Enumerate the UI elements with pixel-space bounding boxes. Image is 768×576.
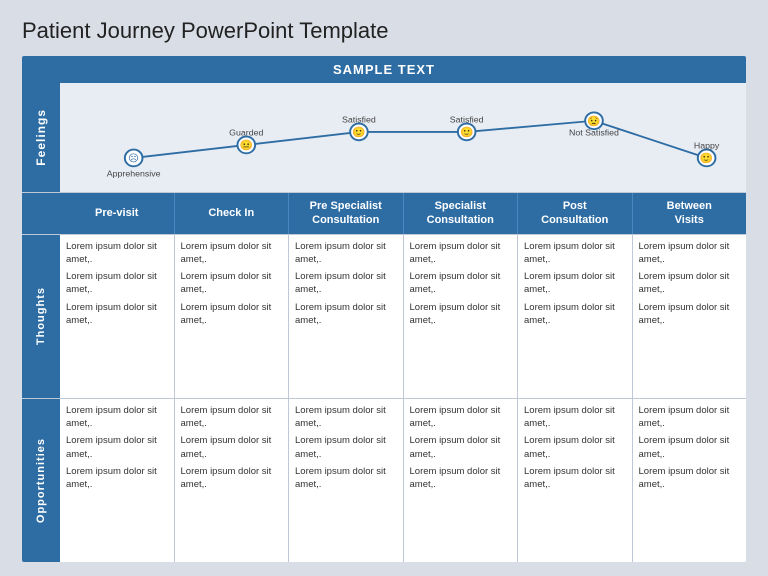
opp-cell-1: Lorem ipsum dolor sit amet,. Lorem ipsum… bbox=[60, 399, 175, 562]
lorem-2: Lorem ipsum dolor sit amet,. bbox=[295, 270, 397, 297]
lorem-1: Lorem ipsum dolor sit amet,. bbox=[524, 240, 626, 267]
lorem-1: Lorem ipsum dolor sit amet,. bbox=[639, 404, 741, 431]
col-header-specialist: SpecialistConsultation bbox=[404, 193, 519, 234]
feelings-row: Feelings ☹ 😐 🙂 🙂 bbox=[22, 83, 746, 193]
opp-cell-5: Lorem ipsum dolor sit amet,. Lorem ipsum… bbox=[518, 399, 633, 562]
lorem-2: Lorem ipsum dolor sit amet,. bbox=[181, 270, 283, 297]
svg-text:☹: ☹ bbox=[128, 153, 139, 165]
svg-text:Apprehensive: Apprehensive bbox=[107, 169, 161, 179]
svg-text:🙂: 🙂 bbox=[352, 126, 365, 139]
lorem-3: Lorem ipsum dolor sit amet,. bbox=[524, 465, 626, 492]
col-header-previsit: Pre-visit bbox=[60, 193, 175, 234]
thoughts-cell-6: Lorem ipsum dolor sit amet,. Lorem ipsum… bbox=[633, 235, 747, 398]
feelings-chart-area: ☹ 😐 🙂 🙂 😟 🙂 A bbox=[60, 83, 746, 192]
thoughts-cell-4: Lorem ipsum dolor sit amet,. Lorem ipsum… bbox=[404, 235, 519, 398]
opp-cell-4: Lorem ipsum dolor sit amet,. Lorem ipsum… bbox=[404, 399, 519, 562]
lorem-3: Lorem ipsum dolor sit amet,. bbox=[524, 301, 626, 328]
opportunities-section: Opportunities Lorem ipsum dolor sit amet… bbox=[22, 398, 746, 562]
col-header-spacer bbox=[22, 193, 60, 234]
svg-text:Not Satisfied: Not Satisfied bbox=[569, 128, 619, 138]
lorem-1: Lorem ipsum dolor sit amet,. bbox=[181, 404, 283, 431]
thoughts-label: Thoughts bbox=[35, 287, 47, 345]
thoughts-label-cell: Thoughts bbox=[22, 235, 60, 398]
lorem-3: Lorem ipsum dolor sit amet,. bbox=[181, 465, 283, 492]
thoughts-cell-5: Lorem ipsum dolor sit amet,. Lorem ipsum… bbox=[518, 235, 633, 398]
lorem-2: Lorem ipsum dolor sit amet,. bbox=[524, 434, 626, 461]
lorem-1: Lorem ipsum dolor sit amet,. bbox=[295, 404, 397, 431]
lorem-3: Lorem ipsum dolor sit amet,. bbox=[410, 301, 512, 328]
lorem-2: Lorem ipsum dolor sit amet,. bbox=[524, 270, 626, 297]
lorem-3: Lorem ipsum dolor sit amet,. bbox=[295, 465, 397, 492]
main-card: SAMPLE TEXT Feelings ☹ 😐 🙂 bbox=[22, 56, 746, 562]
lorem-3: Lorem ipsum dolor sit amet,. bbox=[410, 465, 512, 492]
col-header-prespecialist: Pre SpecialistConsultation bbox=[289, 193, 404, 234]
feelings-label: Feelings bbox=[34, 109, 48, 166]
col-headers-row: Pre-visit Check In Pre SpecialistConsult… bbox=[22, 193, 746, 234]
page-title: Patient Journey PowerPoint Template bbox=[22, 18, 746, 44]
lorem-3: Lorem ipsum dolor sit amet,. bbox=[66, 465, 168, 492]
sample-text-bar: SAMPLE TEXT bbox=[22, 56, 746, 83]
opp-cell-3: Lorem ipsum dolor sit amet,. Lorem ipsum… bbox=[289, 399, 404, 562]
svg-text:🙂: 🙂 bbox=[700, 152, 713, 165]
lorem-1: Lorem ipsum dolor sit amet,. bbox=[410, 240, 512, 267]
thoughts-cell-1: Lorem ipsum dolor sit amet,. Lorem ipsum… bbox=[60, 235, 175, 398]
svg-text:Happy: Happy bbox=[694, 141, 720, 151]
lorem-1: Lorem ipsum dolor sit amet,. bbox=[181, 240, 283, 267]
opp-cell-2: Lorem ipsum dolor sit amet,. Lorem ipsum… bbox=[175, 399, 290, 562]
lorem-1: Lorem ipsum dolor sit amet,. bbox=[295, 240, 397, 267]
col-header-between: BetweenVisits bbox=[633, 193, 747, 234]
opportunities-label: Opportunities bbox=[35, 438, 47, 523]
lorem-1: Lorem ipsum dolor sit amet,. bbox=[66, 404, 168, 431]
col-header-checkin: Check In bbox=[175, 193, 290, 234]
lorem-1: Lorem ipsum dolor sit amet,. bbox=[524, 404, 626, 431]
svg-text:😐: 😐 bbox=[240, 139, 253, 152]
lorem-2: Lorem ipsum dolor sit amet,. bbox=[181, 434, 283, 461]
lorem-2: Lorem ipsum dolor sit amet,. bbox=[410, 434, 512, 461]
thoughts-section: Thoughts Lorem ipsum dolor sit amet,. Lo… bbox=[22, 234, 746, 398]
lorem-2: Lorem ipsum dolor sit amet,. bbox=[66, 434, 168, 461]
lorem-2: Lorem ipsum dolor sit amet,. bbox=[295, 434, 397, 461]
lorem-2: Lorem ipsum dolor sit amet,. bbox=[639, 434, 741, 461]
lorem-3: Lorem ipsum dolor sit amet,. bbox=[181, 301, 283, 328]
thoughts-cell-2: Lorem ipsum dolor sit amet,. Lorem ipsum… bbox=[175, 235, 290, 398]
lorem-1: Lorem ipsum dolor sit amet,. bbox=[639, 240, 741, 267]
lorem-2: Lorem ipsum dolor sit amet,. bbox=[66, 270, 168, 297]
feelings-chart-svg: ☹ 😐 🙂 🙂 😟 🙂 A bbox=[70, 91, 736, 184]
lorem-3: Lorem ipsum dolor sit amet,. bbox=[639, 301, 741, 328]
lorem-3: Lorem ipsum dolor sit amet,. bbox=[639, 465, 741, 492]
col-header-post: PostConsultation bbox=[518, 193, 633, 234]
page-container: Patient Journey PowerPoint Template SAMP… bbox=[0, 0, 768, 576]
feelings-label-cell: Feelings bbox=[22, 83, 60, 192]
svg-text:Satisfied: Satisfied bbox=[450, 115, 484, 125]
lorem-3: Lorem ipsum dolor sit amet,. bbox=[66, 301, 168, 328]
lorem-2: Lorem ipsum dolor sit amet,. bbox=[639, 270, 741, 297]
opportunities-content: Lorem ipsum dolor sit amet,. Lorem ipsum… bbox=[60, 399, 746, 562]
opp-cell-6: Lorem ipsum dolor sit amet,. Lorem ipsum… bbox=[633, 399, 747, 562]
svg-text:Satisfied: Satisfied bbox=[342, 115, 376, 125]
svg-text:Guarded: Guarded bbox=[229, 128, 263, 138]
opportunities-label-cell: Opportunities bbox=[22, 399, 60, 562]
lorem-1: Lorem ipsum dolor sit amet,. bbox=[410, 404, 512, 431]
lorem-1: Lorem ipsum dolor sit amet,. bbox=[66, 240, 168, 267]
svg-text:🙂: 🙂 bbox=[460, 126, 473, 139]
lorem-2: Lorem ipsum dolor sit amet,. bbox=[410, 270, 512, 297]
lorem-3: Lorem ipsum dolor sit amet,. bbox=[295, 301, 397, 328]
thoughts-content: Lorem ipsum dolor sit amet,. Lorem ipsum… bbox=[60, 235, 746, 398]
thoughts-cell-3: Lorem ipsum dolor sit amet,. Lorem ipsum… bbox=[289, 235, 404, 398]
svg-text:😟: 😟 bbox=[587, 115, 600, 128]
